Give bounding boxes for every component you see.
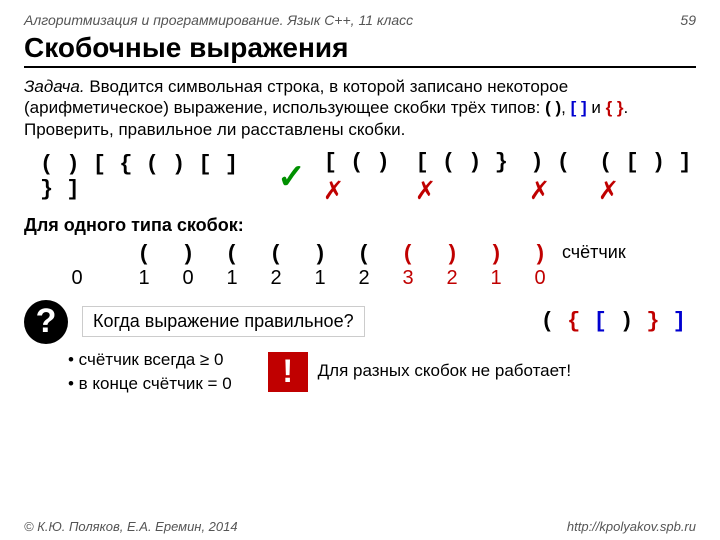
task-text: Задача. Вводится символьная строка, в ко… xyxy=(24,76,696,140)
exclamation-icon: ! xyxy=(268,352,308,392)
example-ok: ( ) [ { ( ) [ ] } ] xyxy=(40,152,259,202)
cross-icon: ✗ xyxy=(599,170,618,209)
question-row: ? Когда выражение правильное? ( { [ ) } … xyxy=(24,300,696,344)
cross-icon: ✗ xyxy=(530,170,549,209)
bullets: • счётчик всегда ≥ 0 • в конце счётчик =… xyxy=(68,348,232,396)
cross-icon: ✗ xyxy=(324,170,343,209)
example-bad-3: ) (✗ xyxy=(530,150,581,205)
warning-box: ! Для разных скобок не работает! xyxy=(268,348,571,396)
copyright: © К.Ю. Поляков, Е.А. Еремин, 2014 xyxy=(24,519,238,534)
slide-header: Алгоритмизация и программирование. Язык … xyxy=(24,12,696,28)
footer-url: http://kpolyakov.spb.ru xyxy=(567,519,696,534)
task-lead: Задача. xyxy=(24,77,85,96)
header-left: Алгоритмизация и программирование. Язык … xyxy=(24,12,413,28)
example-bad-4: ( [ ) ]✗ xyxy=(599,150,696,205)
check-icon: ✓ xyxy=(277,157,306,197)
warning-text: Для разных скобок не работает! xyxy=(318,361,571,381)
example-bad-1: [ ( )✗ xyxy=(324,150,398,205)
example-bad-2: [ ( ) }✗ xyxy=(416,150,513,205)
slide-footer: © К.Ю. Поляков, Е.А. Еремин, 2014 http:/… xyxy=(24,519,696,534)
subtitle: Для одного типа скобок: xyxy=(24,215,696,236)
cross-icon: ✗ xyxy=(415,170,434,209)
counter-table: ( ) ( ( ) ( ( ) ) ) счётчик 0 1 0 1 2 1 … xyxy=(32,242,696,290)
extra-expr: ( { [ ) } ] xyxy=(541,309,686,334)
page-number: 59 xyxy=(680,12,696,28)
examples-row: ( ) [ { ( ) [ ] } ] ✓ [ ( )✗ [ ( ) }✗ ) … xyxy=(40,150,696,205)
slide-title: Скобочные выражения xyxy=(24,32,696,68)
counter-label: счётчик xyxy=(562,242,606,267)
bullet-2: • в конце счётчик = 0 xyxy=(68,372,232,396)
bullet-1: • счётчик всегда ≥ 0 xyxy=(68,348,232,372)
question-icon: ? xyxy=(24,300,68,344)
question-text: Когда выражение правильное? xyxy=(82,306,365,337)
